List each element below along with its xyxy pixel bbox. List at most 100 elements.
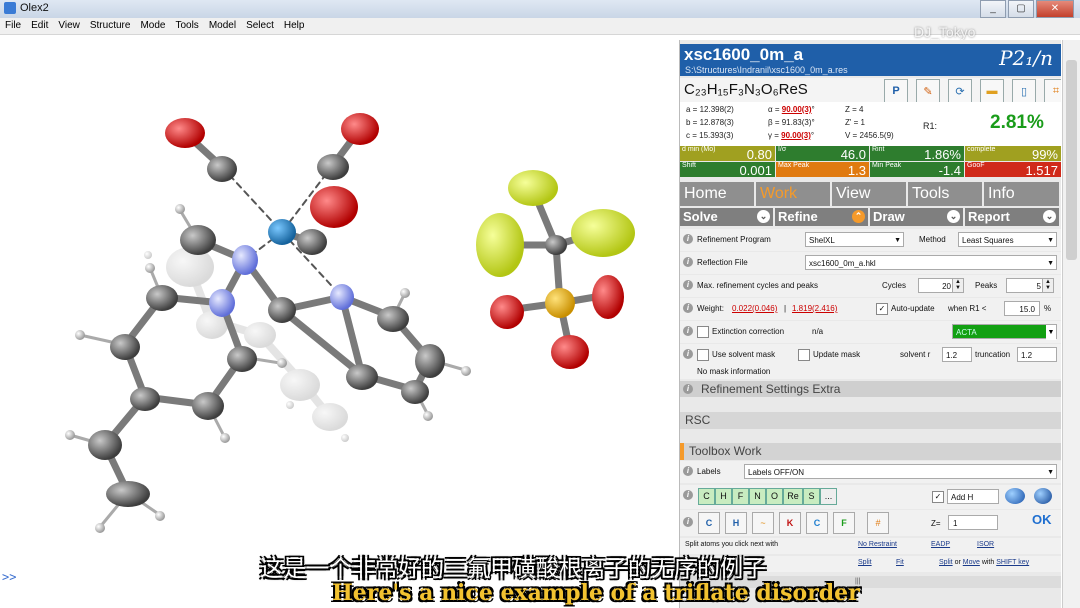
labels-select[interactable]: Labels OFF/ON ▼: [744, 464, 1057, 479]
add-hydrogen-icon[interactable]: H: [725, 512, 747, 534]
maximize-button[interactable]: ▢: [1008, 0, 1034, 18]
stat-i-sigma: I/σ 46.0: [776, 146, 869, 162]
menu-mode[interactable]: Mode: [135, 18, 170, 34]
info-icon[interactable]: i: [683, 303, 693, 313]
method-select[interactable]: Least Squares ▼: [958, 232, 1057, 247]
info-icon[interactable]: i: [683, 517, 693, 527]
subtab-draw[interactable]: Draw ⌄: [870, 208, 965, 226]
menu-file[interactable]: File: [0, 18, 26, 34]
folder-icon[interactable]: ▬: [980, 79, 1004, 103]
cycles-spinner[interactable]: 20 ▲ ▼: [918, 278, 964, 293]
atom-s-button[interactable]: S: [803, 488, 820, 505]
carbon-atom: [545, 235, 567, 255]
atom-c-button[interactable]: C: [698, 488, 715, 505]
info-icon[interactable]: i: [683, 234, 693, 244]
ok-button[interactable]: OK: [1032, 512, 1052, 527]
subtab-report[interactable]: Report ⌄: [965, 208, 1061, 226]
atom-h-button[interactable]: H: [715, 488, 732, 505]
scrollbar-thumb[interactable]: [1066, 60, 1077, 260]
kill-atom-icon[interactable]: K: [779, 512, 801, 534]
close-button[interactable]: ✕: [1036, 0, 1074, 18]
rotate-icon[interactable]: C: [806, 512, 828, 534]
sphere-dark-icon[interactable]: [1034, 488, 1052, 504]
menu-model[interactable]: Model: [204, 18, 241, 34]
info-icon[interactable]: i: [683, 466, 693, 476]
molecule-viewport[interactable]: >>: [0, 35, 676, 608]
info-icon[interactable]: i: [683, 326, 693, 336]
when-r1-input[interactable]: 15.0: [1004, 301, 1040, 316]
p-toggle-icon[interactable]: P: [884, 79, 908, 103]
spin-arrows-icon[interactable]: ▲ ▼: [952, 279, 963, 292]
add-h-button[interactable]: Add H: [947, 489, 999, 504]
vertical-scrollbar[interactable]: [1062, 40, 1080, 608]
atom-re-button[interactable]: Re: [783, 488, 803, 505]
tab-home[interactable]: Home: [680, 182, 756, 206]
acta-select[interactable]: ACTA ▼: [952, 324, 1057, 340]
pen-icon[interactable]: ✎: [916, 79, 940, 103]
recycle-icon[interactable]: ⟳: [948, 79, 972, 103]
fit-link[interactable]: Fit: [896, 559, 904, 566]
fit-icon[interactable]: F: [833, 512, 855, 534]
menu-view[interactable]: View: [53, 18, 85, 34]
more-atoms-button[interactable]: ...: [820, 488, 837, 505]
reflection-file-select[interactable]: xsc1600_0m_a.hkl ▼: [805, 255, 1057, 270]
subtab-refine[interactable]: Refine ⌃: [775, 208, 870, 226]
frame-icon[interactable]: ⌗: [1044, 79, 1061, 103]
add-h-checkbox[interactable]: ✓: [932, 491, 944, 503]
minimize-button[interactable]: _: [980, 0, 1006, 18]
shift-key-link[interactable]: SHIFT key: [996, 559, 1029, 566]
solvent-mask-checkbox[interactable]: [697, 349, 709, 361]
eadp-link[interactable]: EADP: [931, 541, 950, 548]
weight-a-link[interactable]: 0.022(0.046): [732, 304, 777, 313]
subtab-solve[interactable]: Solve ⌄: [680, 208, 775, 226]
info-icon[interactable]: i: [683, 280, 693, 290]
weight-b-link[interactable]: 1.819(2.416): [792, 304, 837, 313]
menu-select[interactable]: Select: [241, 18, 279, 34]
tab-view[interactable]: View: [832, 182, 908, 206]
tab-work[interactable]: Work: [756, 182, 832, 206]
atom-f-button[interactable]: F: [732, 488, 749, 505]
atom-n-button[interactable]: N: [749, 488, 766, 505]
menu-tools[interactable]: Tools: [170, 18, 203, 34]
gamma-value[interactable]: 90.00(3): [781, 131, 811, 140]
structure-name[interactable]: xsc1600_0m_a: [684, 45, 803, 65]
auto-update-checkbox[interactable]: ✓: [876, 303, 888, 315]
chemical-formula[interactable]: C₂₃H₁₅F₃N₃O₆ReS: [684, 81, 808, 98]
rsc-section[interactable]: RSC: [680, 412, 1061, 429]
cell-zprime: Z' = 1: [845, 118, 865, 127]
molecule-render[interactable]: [0, 35, 676, 608]
menu-help[interactable]: Help: [279, 18, 310, 34]
info-icon[interactable]: i: [683, 384, 693, 394]
extinction-checkbox[interactable]: [697, 326, 709, 338]
isor-link[interactable]: ISOR: [977, 541, 994, 548]
toolbox-work-header[interactable]: Toolbox Work: [680, 443, 1061, 460]
split-link[interactable]: Split: [858, 559, 872, 566]
spin-arrows-icon[interactable]: ▲ ▼: [1042, 279, 1053, 292]
alpha-value[interactable]: 90.00(3): [782, 105, 812, 114]
peaks-spinner[interactable]: 5 ▲ ▼: [1006, 278, 1054, 293]
command-prompt[interactable]: >>: [2, 570, 16, 584]
z-input[interactable]: 1: [948, 515, 998, 530]
brush-icon[interactable]: ~: [752, 512, 774, 534]
atom-o-button[interactable]: O: [766, 488, 783, 505]
sphere-blue-icon[interactable]: [1005, 488, 1025, 504]
no-restraint-link[interactable]: No Restraint: [858, 541, 897, 548]
info-icon[interactable]: i: [683, 490, 693, 500]
solvent-r-input[interactable]: 1.2: [942, 347, 972, 362]
info-icon[interactable]: i: [683, 257, 693, 267]
refinement-settings-extra[interactable]: i Refinement Settings Extra: [680, 381, 1061, 397]
menu-structure[interactable]: Structure: [85, 18, 136, 34]
grid-icon[interactable]: #: [867, 512, 889, 534]
refinement-program-select[interactable]: ShelXL ▼: [805, 232, 904, 247]
menu-edit[interactable]: Edit: [26, 18, 53, 34]
update-mask-checkbox[interactable]: [798, 349, 810, 361]
split-or-link[interactable]: Split: [939, 559, 953, 566]
tab-tools[interactable]: Tools: [908, 182, 984, 206]
truncation-input[interactable]: 1.2: [1017, 347, 1057, 362]
phone-icon[interactable]: ▯: [1012, 79, 1036, 103]
move-link[interactable]: Move: [963, 559, 980, 566]
space-group[interactable]: P2₁/n: [999, 46, 1053, 70]
add-carbon-icon[interactable]: C: [698, 512, 720, 534]
info-icon[interactable]: i: [683, 349, 693, 359]
tab-info[interactable]: Info: [984, 182, 1061, 206]
